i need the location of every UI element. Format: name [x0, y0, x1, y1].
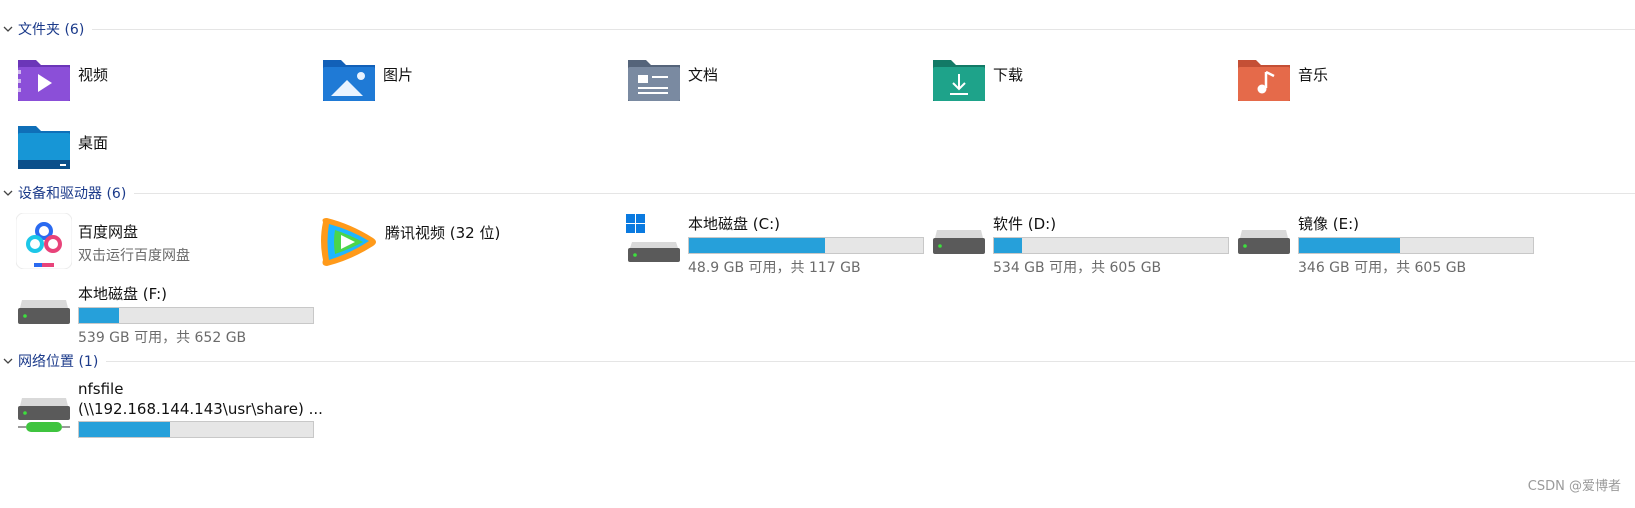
device-subtitle: 双击运行百度网盘: [78, 248, 190, 264]
chevron-down-icon[interactable]: [2, 355, 14, 367]
network-drive-path: (\\192.168.144.143\usr\share) ...: [78, 400, 323, 418]
drive-usage-fill: [689, 238, 825, 253]
hard-drive-icon: [18, 300, 70, 324]
drive-label: 本地磁盘 (F:): [78, 285, 167, 303]
drive-label: 本地磁盘 (C:): [688, 215, 780, 233]
folder-label: 文档: [688, 66, 719, 84]
folder-label: 下载: [993, 66, 1024, 84]
drive-usage-text: 534 GB 可用，共 605 GB: [993, 260, 1162, 276]
device-tencent-video[interactable]: 腾讯视频 (32 位): [317, 212, 500, 270]
drive-usage-bar: [78, 307, 314, 324]
network-drive-icon: [18, 398, 70, 432]
drive-c[interactable]: 本地磁盘 (C:) 48.9 GB 可用，共 117 GB: [626, 212, 924, 277]
drive-e[interactable]: 镜像 (E:) 346 GB 可用，共 605 GB: [1236, 212, 1534, 277]
network-drive-name: nfsfile: [78, 380, 124, 398]
section-header-devices[interactable]: 设备和驱动器 (6): [0, 183, 1635, 203]
hard-drive-icon: [1238, 230, 1290, 254]
drive-usage-text: 346 GB 可用，共 605 GB: [1298, 260, 1467, 276]
baidu-netdisk-icon: [16, 213, 72, 269]
watermark: CSDN @爱博者: [1527, 479, 1621, 494]
folder-videos[interactable]: 视频: [16, 50, 108, 106]
section-title: 设备和驱动器 (6): [18, 186, 127, 202]
music-folder-icon: [1238, 60, 1290, 101]
section-title: 文件夹 (6): [18, 22, 85, 38]
folder-label: 图片: [383, 66, 414, 84]
folder-label: 视频: [78, 66, 109, 84]
video-folder-icon: [18, 60, 70, 101]
desktop-folder-icon: [18, 126, 70, 169]
hard-drive-icon: [933, 230, 985, 254]
downloads-folder-icon: [933, 60, 985, 101]
chevron-down-icon[interactable]: [2, 187, 14, 199]
folder-desktop[interactable]: 桌面: [16, 118, 108, 174]
drive-d[interactable]: 软件 (D:) 534 GB 可用，共 605 GB: [931, 212, 1229, 277]
drive-usage-fill: [1299, 238, 1400, 253]
drive-usage-bar: [688, 237, 924, 254]
section-title: 网络位置 (1): [18, 354, 99, 370]
drive-usage-text: 539 GB 可用，共 652 GB: [78, 330, 247, 346]
drive-usage-fill: [79, 422, 171, 437]
drive-usage-fill: [79, 308, 119, 323]
section-divider: [134, 192, 1635, 194]
network-drive-nfsfile[interactable]: nfsfile (\\192.168.144.143\usr\share) ..…: [16, 380, 323, 441]
folder-music[interactable]: 音乐: [1236, 50, 1328, 106]
section-divider: [92, 28, 1635, 30]
drive-usage-fill: [994, 238, 1023, 253]
folder-downloads[interactable]: 下载: [931, 50, 1023, 106]
drive-usage-text: 48.9 GB 可用，共 117 GB: [688, 260, 861, 276]
section-divider: [106, 360, 1635, 362]
section-header-folders[interactable]: 文件夹 (6): [0, 19, 1635, 39]
folder-label: 桌面: [78, 134, 109, 152]
pictures-folder-icon: [323, 60, 375, 101]
tencent-video-icon: [321, 218, 376, 266]
device-baidu-netdisk[interactable]: 百度网盘 双击运行百度网盘: [16, 213, 190, 269]
folder-pictures[interactable]: 图片: [321, 50, 413, 106]
drive-usage-bar: [1298, 237, 1534, 254]
chevron-down-icon[interactable]: [2, 23, 14, 35]
documents-folder-icon: [628, 60, 680, 101]
section-header-network[interactable]: 网络位置 (1): [0, 351, 1635, 371]
folder-documents[interactable]: 文档: [626, 50, 718, 106]
device-label: 腾讯视频 (32 位): [385, 224, 501, 242]
drive-f[interactable]: 本地磁盘 (F:) 539 GB 可用，共 652 GB: [16, 282, 314, 347]
system-drive-icon: [626, 214, 680, 262]
device-label: 百度网盘: [78, 223, 139, 241]
drive-usage-bar: [78, 421, 314, 438]
drive-label: 镜像 (E:): [1298, 215, 1360, 233]
drive-label: 软件 (D:): [993, 215, 1057, 233]
folder-label: 音乐: [1298, 66, 1329, 84]
drive-usage-bar: [993, 237, 1229, 254]
